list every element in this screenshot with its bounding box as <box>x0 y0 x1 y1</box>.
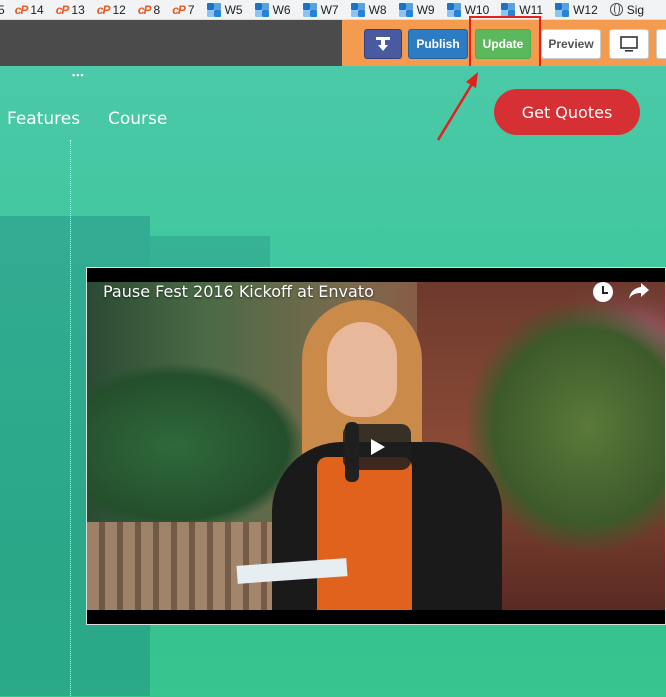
video-title[interactable]: Pause Fest 2016 Kickoff at Envato <box>103 282 374 301</box>
bookmark-label: W5 <box>224 2 243 17</box>
bookmark-label: W10 <box>464 2 490 17</box>
preview-button[interactable]: Preview <box>541 29 601 59</box>
nav-item-course[interactable]: Course <box>108 109 167 129</box>
bookmark-item[interactable]: cP 14 <box>15 3 44 17</box>
bookmark-item[interactable]: 5 <box>0 3 5 17</box>
bookmark-label: 12 <box>112 2 126 17</box>
play-icon <box>371 439 385 455</box>
bookmark-item[interactable]: cP 12 <box>97 3 126 17</box>
bookmark-label: 5 <box>0 3 5 17</box>
play-button[interactable] <box>343 424 411 470</box>
cpanel-icon: cP <box>55 2 70 17</box>
video-player[interactable]: Pause Fest 2016 Kickoff at Envato <box>86 267 666 625</box>
bookmark-label: 8 <box>153 2 161 17</box>
globe-icon <box>609 3 623 16</box>
site-icon <box>350 2 365 17</box>
cpanel-icon: cP <box>137 2 152 17</box>
highlight-annotation <box>469 16 541 72</box>
bookmark-label: W9 <box>416 2 435 17</box>
bookmark-item[interactable]: W10 <box>446 2 490 17</box>
site-icon <box>501 2 516 17</box>
bookmark-item[interactable]: W11 <box>501 2 544 17</box>
watch-later-icon[interactable] <box>593 282 613 302</box>
cpanel-icon: cP <box>14 2 29 17</box>
bookmark-item[interactable]: W9 <box>398 2 435 17</box>
monitor-icon <box>620 36 638 52</box>
bookmark-item[interactable]: cP 7 <box>172 3 194 17</box>
download-icon <box>376 37 390 51</box>
cpanel-icon: cP <box>96 2 111 17</box>
bookmark-label: 7 <box>187 2 195 17</box>
site-icon <box>555 2 570 17</box>
bookmark-label: W11 <box>519 2 544 17</box>
site-icon <box>302 2 317 17</box>
bookmark-item[interactable]: W7 <box>302 2 339 17</box>
bookmark-label: W12 <box>573 2 598 17</box>
nav-item-features[interactable]: Features <box>7 109 80 129</box>
bookmark-label: 13 <box>71 2 85 17</box>
bookmark-item[interactable]: W5 <box>206 2 243 17</box>
bookmark-label: 14 <box>30 2 44 17</box>
get-quotes-button[interactable]: Get Quotes <box>494 89 640 135</box>
bookmark-item[interactable]: W6 <box>254 2 291 17</box>
bookmark-item[interactable]: Sig <box>609 2 645 17</box>
guide-line <box>70 140 71 697</box>
editor-toolbar <box>0 20 342 66</box>
site-icon <box>398 2 413 17</box>
bookmark-label: W6 <box>272 2 291 17</box>
site-icon <box>446 2 461 17</box>
cpanel-icon: cP <box>172 2 186 17</box>
site-icon <box>254 2 269 17</box>
bookmark-item[interactable]: W12 <box>555 2 598 17</box>
sort-button[interactable] <box>364 29 402 59</box>
publish-button[interactable]: Publish <box>408 29 468 59</box>
bookmark-item[interactable]: cP 8 <box>138 3 160 17</box>
bookmark-label: W8 <box>368 2 387 17</box>
bookmarks-bar: 5 cP14 cP13 cP12 cP8 cP7 W5 W6 W7 W8 W9 … <box>0 0 666 20</box>
share-icon[interactable] <box>627 280 651 302</box>
drag-handle[interactable]: ▪▪▪ <box>72 71 85 80</box>
bookmark-label: Sig <box>626 2 645 17</box>
bookmark-item[interactable]: cP 13 <box>56 3 85 17</box>
bookmark-label: W7 <box>320 2 339 17</box>
desktop-view-button[interactable] <box>609 29 649 59</box>
bookmark-item[interactable]: W8 <box>350 2 387 17</box>
more-button[interactable] <box>656 29 666 59</box>
site-icon <box>206 2 221 17</box>
